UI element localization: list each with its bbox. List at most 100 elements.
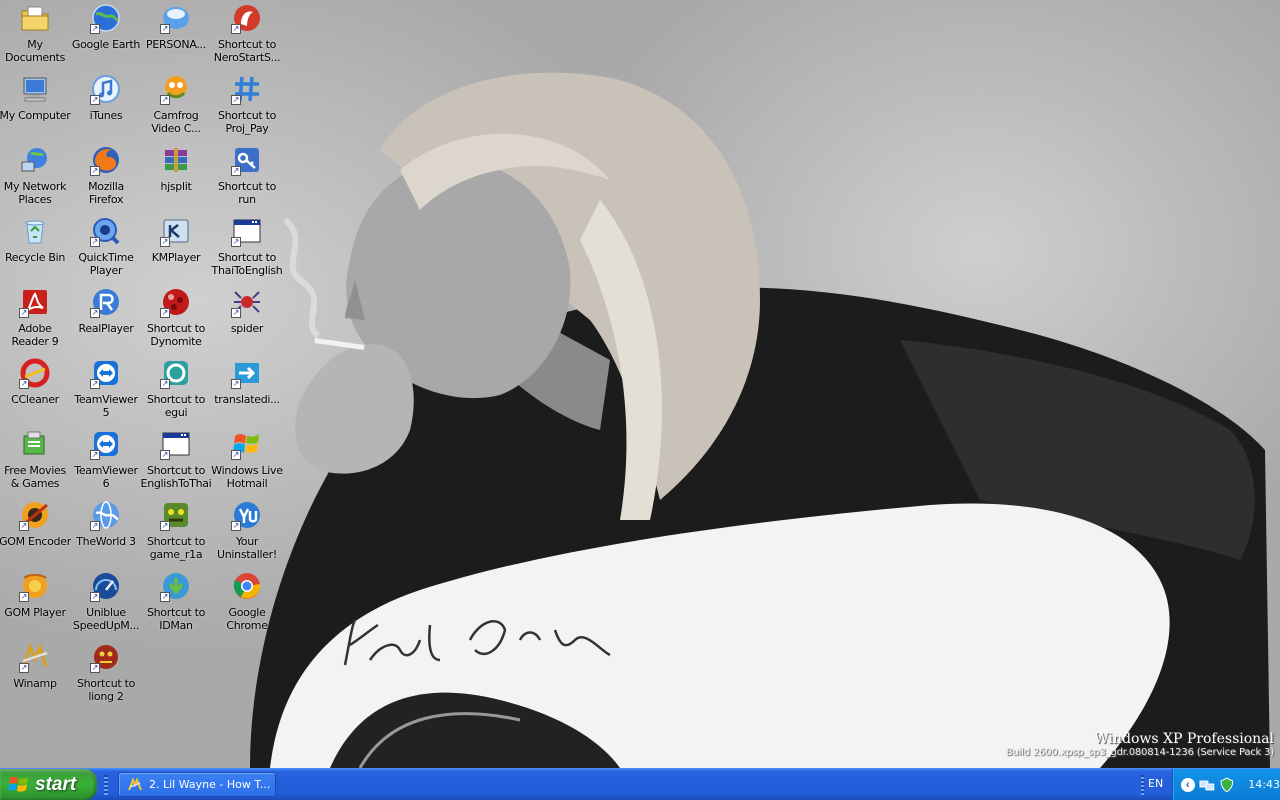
shortcut-arrow-icon: ↗ <box>90 166 100 176</box>
desktop-icon-shortcut-to-run[interactable]: ↗ Shortcut to run <box>212 142 282 208</box>
taskbar-grip[interactable] <box>104 775 108 795</box>
desktop-icon-label: TeamViewer 6 <box>74 464 138 490</box>
itunes-icon: ↗ <box>90 73 122 105</box>
shortcut-arrow-icon: ↗ <box>90 95 100 105</box>
desktop-icon-shortcut-to-liong-2[interactable]: ↗ Shortcut to liong 2 <box>71 639 141 705</box>
desktop-icon-label: Uniblue SpeedUpM... <box>72 606 140 632</box>
shortcut-arrow-icon: ↗ <box>231 24 241 34</box>
desktop-icon-shortcut-to-proj-pay[interactable]: ↗ Shortcut to Proj_Pay <box>212 71 282 137</box>
shortcut-arrow-icon: ↗ <box>160 521 170 531</box>
desktop-icon-winamp[interactable]: ↗ Winamp <box>0 639 70 705</box>
desktop-icon-label: Adobe Reader 9 <box>11 322 59 348</box>
security-shield-icon[interactable] <box>1219 777 1235 793</box>
desktop-icon-free-movies-games[interactable]: Free Movies & Games <box>0 426 70 492</box>
desktop-icon-your-uninstaller[interactable]: ↗ Your Uninstaller! <box>212 497 282 563</box>
nero-icon: ↗ <box>231 2 263 34</box>
desktop-icon-label: translatedi... <box>214 393 280 406</box>
desktop-icon-adobe-reader-9[interactable]: ↗ Adobe Reader 9 <box>0 284 70 350</box>
start-button[interactable]: start <box>0 769 97 800</box>
desktop-icon-label: My Documents <box>4 38 66 64</box>
free-movies-icon <box>19 428 51 460</box>
desktop-icon-google-earth[interactable]: ↗ Google Earth <box>71 0 141 66</box>
theworld-icon: ↗ <box>90 499 122 531</box>
desktop-icon-label: RealPlayer <box>78 322 134 335</box>
desktop-icon-my-documents[interactable]: My Documents <box>0 0 70 66</box>
desktop-icon-label: Google Chrome <box>226 606 268 632</box>
desktop-icon-quicktime-player[interactable]: ↗ QuickTime Player <box>71 213 141 279</box>
desktop-icon-label: hjsplit <box>160 180 192 193</box>
desktop-icon-label: Shortcut to Proj_Pay <box>217 109 277 135</box>
desktop-icon-itunes[interactable]: ↗ iTunes <box>71 71 141 137</box>
desktop-icon-label: spider <box>230 322 264 335</box>
desktop-icon-uniblue-speedupm[interactable]: ↗ Uniblue SpeedUpM... <box>71 568 141 634</box>
desktop-icon-my-computer[interactable]: My Computer <box>0 71 71 137</box>
desktop-icon-kmplayer[interactable]: ↗ KMPlayer <box>141 213 211 279</box>
desktop-icon-windows-live-hotmail[interactable]: ↗ Windows Live Hotmail <box>211 426 283 492</box>
desktop-icon-mozilla-firefox[interactable]: ↗ Mozilla Firefox <box>71 142 141 208</box>
desktop-icon-shortcut-to-game-r1a[interactable]: ↗ Shortcut to game_r1a <box>141 497 211 563</box>
shortcut-arrow-icon: ↗ <box>160 237 170 247</box>
language-bar-grip[interactable] <box>1141 775 1144 795</box>
shortcut-arrow-icon: ↗ <box>231 379 241 389</box>
desktop-icon-shortcut-to-egui[interactable]: ↗ Shortcut to egui <box>141 355 211 421</box>
desktop-icon-teamviewer-6[interactable]: ↗ TeamViewer 6 <box>71 426 141 492</box>
show-hidden-icons-button[interactable]: ‹ <box>1181 777 1195 792</box>
game-icon: ↗ <box>160 499 192 531</box>
recycle-bin-icon <box>19 215 51 247</box>
desktop-icon-label: Windows Live Hotmail <box>211 464 283 490</box>
desktop-icon-shortcut-to-nerostarts[interactable]: ↗ Shortcut to NeroStartS... <box>212 0 282 66</box>
desktop-icon-gom-encoder[interactable]: ↗ GOM Encoder <box>0 497 71 563</box>
desktop-icon-theworld-3[interactable]: ↗ TheWorld 3 <box>71 497 141 563</box>
shortcut-arrow-icon: ↗ <box>160 450 170 460</box>
desktop-icon-camfrog-video-c[interactable]: ↗ Camfrog Video C... <box>141 71 211 137</box>
system-tray: ‹ 14:43 <box>1172 769 1280 800</box>
desktop-icon-label: Mozilla Firefox <box>88 180 124 206</box>
desktop-icon-label: Shortcut to NeroStartS... <box>213 38 281 64</box>
desktop-icon-spider[interactable]: ↗ spider <box>212 284 282 350</box>
adobe-reader-icon: ↗ <box>19 286 51 318</box>
start-label: start <box>35 773 77 795</box>
taskbar-button-winamp[interactable]: 2. Lil Wayne - How T... <box>118 772 276 797</box>
shortcut-arrow-icon: ↗ <box>19 592 29 602</box>
taskbar: start 2. Lil Wayne - How T... EN ‹ 14:43 <box>0 768 1280 800</box>
windows-flag-icon <box>8 776 28 792</box>
shortcut-arrow-icon: ↗ <box>231 95 241 105</box>
desktop-icon-hjsplit[interactable]: hjsplit <box>141 142 211 208</box>
language-indicator[interactable]: EN <box>1148 777 1163 790</box>
desktop-icon-grid: My Documents ↗ Google Earth ↗ PERSONA... ↗ Sho… <box>0 0 290 720</box>
desktop-icon-gom-player[interactable]: ↗ GOM Player <box>0 568 70 634</box>
teamviewer-icon: ↗ <box>90 357 122 389</box>
desktop-icon-label: Shortcut to ThaiToEnglish <box>211 251 283 277</box>
desktop-icon-teamviewer-5[interactable]: ↗ TeamViewer 5 <box>71 355 141 421</box>
desktop-icon-translatedi[interactable]: ↗ translatedi... <box>212 355 282 421</box>
shortcut-arrow-icon: ↗ <box>231 166 241 176</box>
shortcut-arrow-icon: ↗ <box>231 521 241 531</box>
desktop-icon-label: Your Uninstaller! <box>216 535 278 561</box>
console-window-icon: ↗ <box>160 428 192 460</box>
firefox-icon: ↗ <box>90 144 122 176</box>
idman-icon: ↗ <box>160 570 192 602</box>
network-status-icon[interactable] <box>1199 777 1215 793</box>
desktop-icon-shortcut-to-englishtothai[interactable]: ↗ Shortcut to EnglishToThai <box>141 426 212 492</box>
desktop-icon-ccleaner[interactable]: ↗ CCleaner <box>0 355 70 421</box>
desktop-icon-realplayer[interactable]: ↗ RealPlayer <box>71 284 141 350</box>
gom-player-icon: ↗ <box>19 570 51 602</box>
winamp-icon <box>128 776 142 790</box>
shortcut-arrow-icon: ↗ <box>90 663 100 673</box>
archive-icon <box>160 144 192 176</box>
clock[interactable]: 14:43 <box>1248 778 1280 791</box>
desktop-icon-google-chrome[interactable]: Google Chrome <box>212 568 282 634</box>
desktop-icon-shortcut-to-idman[interactable]: ↗ Shortcut to IDMan <box>141 568 211 634</box>
globe-icon: ↗ <box>90 2 122 34</box>
desktop-icon-my-network-places[interactable]: My Network Places <box>0 142 70 208</box>
shortcut-arrow-icon: ↗ <box>19 308 29 318</box>
shortcut-arrow-icon: ↗ <box>160 24 170 34</box>
desktop-icon-persona[interactable]: ↗ PERSONA... <box>141 0 211 66</box>
quicktime-icon: ↗ <box>90 215 122 247</box>
desktop-icon-shortcut-to-thaitoenglish[interactable]: ↗ Shortcut to ThaiToEnglish <box>211 213 283 279</box>
shortcut-arrow-icon: ↗ <box>90 379 100 389</box>
taskbar-button-label: 2. Lil Wayne - How T... <box>149 778 271 791</box>
shortcut-arrow-icon: ↗ <box>90 521 100 531</box>
desktop-icon-shortcut-to-dynomite[interactable]: ↗ Shortcut to Dynomite <box>141 284 211 350</box>
desktop-icon-recycle-bin[interactable]: Recycle Bin <box>0 213 70 279</box>
